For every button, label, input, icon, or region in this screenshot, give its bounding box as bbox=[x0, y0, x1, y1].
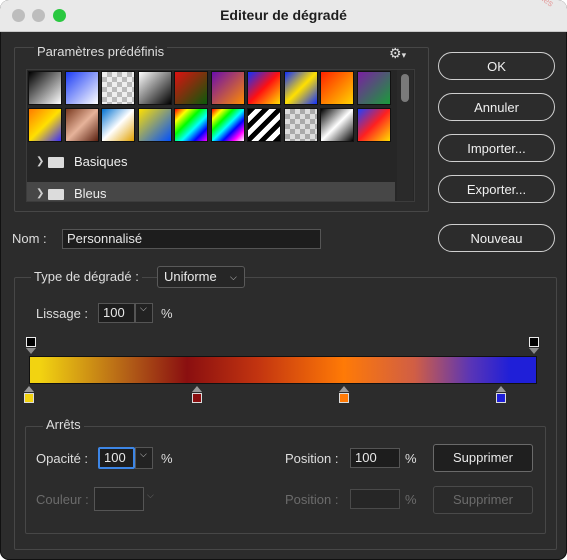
preset-swatch[interactable] bbox=[247, 108, 281, 142]
preset-swatch[interactable] bbox=[64, 108, 99, 142]
chevron-down-icon: ⌵ bbox=[230, 272, 237, 282]
chevron-down-icon: ⌵ bbox=[147, 490, 154, 500]
new-button[interactable]: Nouveau bbox=[438, 224, 555, 252]
color-stop[interactable] bbox=[191, 393, 202, 403]
scrollbar-thumb[interactable] bbox=[401, 74, 409, 102]
folder-label: Basiques bbox=[74, 154, 128, 169]
preset-swatch[interactable] bbox=[210, 71, 245, 105]
gradient-type-dropdown[interactable]: Uniforme ⌵ bbox=[157, 266, 245, 288]
delete-color-stop-button[interactable]: Supprimer bbox=[433, 486, 533, 514]
presets-scrollbar[interactable] bbox=[397, 70, 413, 201]
delete-opacity-stop-button[interactable]: Supprimer bbox=[433, 444, 533, 472]
preset-swatch[interactable] bbox=[28, 71, 62, 105]
color-swatch[interactable] bbox=[94, 487, 144, 511]
preset-swatch[interactable] bbox=[247, 71, 281, 105]
smoothness-unit: % bbox=[161, 306, 173, 321]
color-stop[interactable] bbox=[338, 393, 349, 403]
preset-swatch[interactable] bbox=[137, 108, 172, 142]
color-stop[interactable] bbox=[24, 393, 34, 403]
color-label: Couleur : bbox=[36, 492, 89, 507]
gradient-type-label: Type de dégradé : bbox=[31, 269, 142, 284]
export-button[interactable]: Exporter... bbox=[438, 175, 555, 203]
chevron-right-icon: ❯ bbox=[36, 188, 45, 199]
preset-swatch[interactable] bbox=[101, 71, 135, 105]
chevron-down-icon: ⌵ bbox=[140, 303, 147, 313]
preset-swatch[interactable] bbox=[320, 108, 354, 142]
position2-unit: % bbox=[405, 492, 417, 507]
opacity-stop[interactable] bbox=[26, 337, 36, 347]
opacity-stop[interactable] bbox=[529, 337, 539, 347]
cancel-button[interactable]: Annuler bbox=[438, 93, 555, 121]
opacity-stop-pointer bbox=[26, 348, 36, 354]
name-label: Nom : bbox=[12, 231, 47, 246]
preset-swatch[interactable] bbox=[356, 108, 391, 142]
gradient-editor-window: Editeur de dégradé 01c6-4761-fc-4761-01c… bbox=[0, 0, 567, 560]
import-button[interactable]: Importer... bbox=[438, 134, 555, 162]
opacity-stop-pointer bbox=[529, 348, 539, 354]
smoothness-field[interactable]: 100 bbox=[98, 303, 135, 323]
color-stop-pointer bbox=[191, 386, 202, 392]
presets-list[interactable]: ❯ Basiques ❯ Bleus bbox=[26, 69, 415, 202]
preset-swatch[interactable] bbox=[356, 71, 391, 105]
position-label: Position : bbox=[285, 451, 339, 466]
preset-swatch[interactable] bbox=[137, 71, 172, 105]
color-stop[interactable] bbox=[496, 393, 507, 403]
preset-swatch[interactable] bbox=[101, 108, 135, 142]
preset-swatch[interactable] bbox=[283, 71, 318, 105]
name-field[interactable]: Personnalisé bbox=[62, 229, 321, 249]
folder-icon bbox=[48, 157, 64, 168]
position-unit: % bbox=[405, 451, 417, 466]
title-bar: Editeur de dégradé 01c6-4761-fc-4761-01c… bbox=[0, 0, 567, 32]
window-title: Editeur de dégradé bbox=[220, 7, 347, 23]
preset-folder-basiques[interactable]: ❯ Basiques bbox=[27, 150, 395, 173]
preset-swatch[interactable] bbox=[174, 108, 208, 142]
opacity-label: Opacité : bbox=[36, 451, 89, 466]
stops-label: Arrêts bbox=[43, 417, 84, 432]
opacity-field[interactable]: 100 bbox=[98, 447, 135, 469]
gear-icon[interactable]: ⚙▾ bbox=[389, 45, 406, 62]
color-stop-pointer bbox=[496, 386, 507, 392]
opacity-unit: % bbox=[161, 451, 173, 466]
chevron-right-icon: ❯ bbox=[36, 156, 45, 167]
preset-swatch[interactable] bbox=[210, 108, 245, 142]
smoothness-label: Lissage : bbox=[36, 306, 89, 321]
preset-swatch[interactable] bbox=[28, 108, 62, 142]
position2-field[interactable] bbox=[350, 489, 400, 509]
gradient-type-value: Uniforme bbox=[164, 269, 217, 284]
preset-folder-bleus[interactable]: ❯ Bleus bbox=[27, 182, 395, 201]
preset-swatch[interactable] bbox=[283, 108, 318, 142]
ok-button[interactable]: OK bbox=[438, 52, 555, 80]
opacity-stepper[interactable]: ⌵ bbox=[135, 447, 153, 469]
gradient-preview-bar[interactable] bbox=[29, 356, 537, 384]
smoothness-stepper[interactable]: ⌵ bbox=[135, 303, 153, 323]
color-stop-pointer bbox=[338, 386, 349, 392]
folder-icon bbox=[48, 189, 64, 200]
color-stop-pointer bbox=[24, 386, 34, 392]
preset-swatch[interactable] bbox=[64, 71, 99, 105]
position2-label: Position : bbox=[285, 492, 339, 507]
presets-label: Paramètres prédéfinis bbox=[34, 44, 168, 59]
preset-swatch[interactable] bbox=[174, 71, 208, 105]
position-field[interactable]: 100 bbox=[350, 448, 400, 468]
chevron-down-icon: ⌵ bbox=[140, 449, 147, 459]
folder-label: Bleus bbox=[74, 186, 107, 201]
preset-swatch[interactable] bbox=[320, 71, 354, 105]
stops-group bbox=[25, 426, 546, 534]
